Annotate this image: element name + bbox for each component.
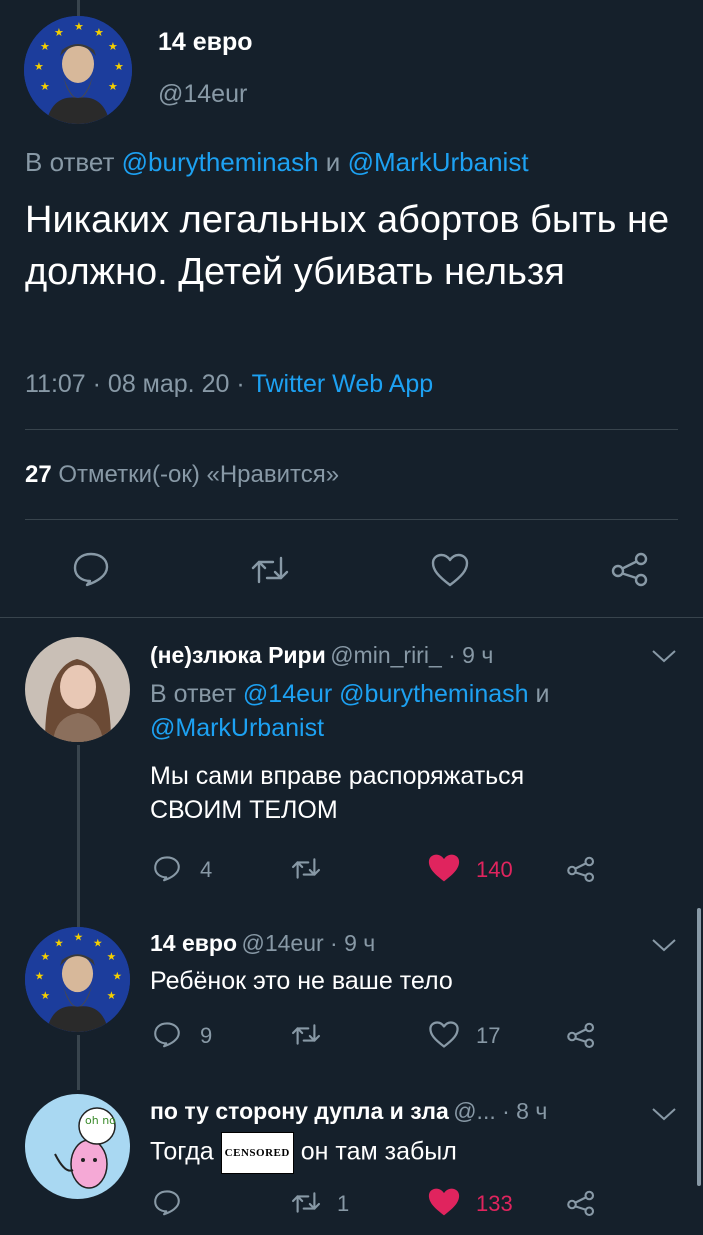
- svg-text:★: ★: [41, 989, 51, 1002]
- svg-text:★: ★: [113, 970, 123, 983]
- retweet-count: 1: [337, 1191, 350, 1216]
- share-icon[interactable]: [566, 855, 596, 883]
- retweet-icon[interactable]: [290, 856, 322, 881]
- reply-text: Ребёнок это не ваше тело: [150, 967, 453, 995]
- svg-text:★: ★: [74, 931, 84, 944]
- like-filled-icon[interactable]: [426, 1186, 462, 1218]
- reply-author-name[interactable]: (не)злюка Рири: [150, 642, 326, 668]
- svg-text:★: ★: [94, 26, 104, 39]
- reply-to-and: и: [535, 680, 550, 708]
- tweet-source[interactable]: Twitter Web App: [252, 370, 434, 398]
- reply-to-prefix: В ответ: [25, 147, 115, 177]
- author-name[interactable]: 14 евро: [158, 28, 253, 57]
- section-divider: [0, 617, 703, 618]
- like-count: 17: [476, 1023, 501, 1048]
- mention-markurbanist[interactable]: @MarkUrbanist: [348, 147, 529, 177]
- reply-avatar[interactable]: [25, 637, 130, 742]
- svg-text:★: ★: [40, 40, 50, 53]
- reply-header: 14 евро @14eur · 9 ч: [150, 930, 375, 957]
- like-filled-icon[interactable]: [426, 852, 462, 884]
- svg-text:★: ★: [35, 970, 45, 983]
- tweet-meta: 11:07 · 08 мар. 20 · Twitter Web App: [25, 370, 433, 399]
- svg-text:★: ★: [93, 936, 103, 949]
- reply-handle-time[interactable]: @14eur · 9 ч: [241, 930, 375, 956]
- svg-text:★: ★: [54, 26, 64, 39]
- reply-text-line: Мы сами вправе распоряжаться: [150, 762, 525, 790]
- svg-text:★: ★: [108, 80, 118, 93]
- thread-connector: [77, 905, 80, 927]
- reply-count: 4: [200, 857, 213, 882]
- svg-text:★: ★: [107, 950, 117, 963]
- reply-text-before: Тогда: [150, 1137, 214, 1166]
- reply-icon[interactable]: [72, 551, 110, 587]
- divider: [25, 429, 678, 430]
- tweet-text: Никаких легальных абортов быть не должно…: [25, 199, 670, 293]
- thread-connector-top: [77, 0, 80, 16]
- reply-avatar[interactable]: oh no: [25, 1094, 130, 1199]
- reply-author-name[interactable]: по ту сторону дупла и зла: [150, 1098, 449, 1124]
- like-count: 133: [476, 1191, 513, 1216]
- avatar-speech-text: oh no: [85, 1114, 116, 1127]
- reply-to-and: и: [325, 147, 341, 177]
- svg-text:★: ★: [34, 60, 44, 73]
- reply-count: 9: [200, 1023, 213, 1048]
- reply-text: Мы сами вправе распоряжаться СВОИМ ТЕЛОМ: [150, 759, 524, 827]
- share-icon[interactable]: [566, 1021, 596, 1049]
- reply-text-after: он там забыл: [300, 1137, 457, 1166]
- retweet-icon[interactable]: [249, 554, 291, 586]
- svg-text:★: ★: [40, 80, 50, 93]
- mention-burytheminash[interactable]: @burytheminash: [122, 147, 319, 177]
- share-icon[interactable]: [610, 551, 650, 587]
- author-handle[interactable]: @14eur: [158, 80, 247, 109]
- reply-text-line: СВОИМ ТЕЛОМ: [150, 796, 338, 824]
- svg-text:★: ★: [108, 40, 118, 53]
- retweet-icon[interactable]: [290, 1022, 322, 1047]
- chevron-down-icon[interactable]: [651, 937, 677, 953]
- reply-mentions[interactable]: @14eur @burytheminash: [243, 680, 529, 708]
- reply-handle-time[interactable]: @... · 8 ч: [453, 1098, 547, 1124]
- thread-connector: [77, 1035, 80, 1090]
- reply-icon[interactable]: [153, 855, 181, 882]
- svg-text:★: ★: [41, 950, 51, 963]
- author-avatar[interactable]: ★ ★ ★ ★ ★ ★ ★ ★ ★: [24, 16, 132, 124]
- reply-header: (не)злюка Рири @min_riri_ · 9 ч: [150, 642, 493, 669]
- svg-text:★: ★: [107, 989, 117, 1002]
- scrollbar[interactable]: [697, 908, 701, 1186]
- reply-header: по ту сторону дупла и зла @... · 8 ч: [150, 1098, 547, 1125]
- mention-markurbanist[interactable]: @MarkUrbanist: [150, 714, 324, 742]
- tweet-time[interactable]: 11:07 · 08 мар. 20 ·: [25, 370, 245, 398]
- chevron-down-icon[interactable]: [651, 1106, 677, 1122]
- chevron-down-icon[interactable]: [651, 648, 677, 664]
- retweet-icon[interactable]: [290, 1190, 322, 1215]
- like-count: 140: [476, 857, 513, 882]
- reply-avatar[interactable]: ★ ★ ★ ★ ★ ★ ★ ★ ★: [25, 927, 130, 1032]
- reply-to-prefix: В ответ: [150, 680, 236, 708]
- svg-text:★: ★: [54, 936, 64, 949]
- reply-icon[interactable]: [153, 1189, 181, 1216]
- like-icon[interactable]: [430, 552, 470, 588]
- thread-connector: [77, 745, 80, 915]
- divider: [25, 519, 678, 520]
- reply-to-line: В ответ @burytheminash и @MarkUrbanist: [25, 147, 529, 178]
- reply-to-line: В ответ @14eur @burytheminash и @MarkUrb…: [150, 677, 670, 745]
- likes-summary[interactable]: 27 Отметки(-ок) «Нравится»: [25, 461, 339, 489]
- like-icon[interactable]: [428, 1020, 460, 1049]
- reply-text: Тогда CENSORED он там забыл: [150, 1132, 457, 1174]
- censored-sticker: CENSORED: [220, 1132, 294, 1174]
- svg-text:★: ★: [114, 60, 124, 73]
- svg-text:★: ★: [74, 20, 84, 33]
- reply-icon[interactable]: [153, 1021, 181, 1048]
- reply-author-name[interactable]: 14 евро: [150, 930, 237, 956]
- share-icon[interactable]: [566, 1189, 596, 1217]
- likes-label: Отметки(-ок) «Нравится»: [58, 461, 340, 488]
- reply-handle-time[interactable]: @min_riri_ · 9 ч: [330, 642, 493, 668]
- likes-count: 27: [25, 461, 52, 488]
